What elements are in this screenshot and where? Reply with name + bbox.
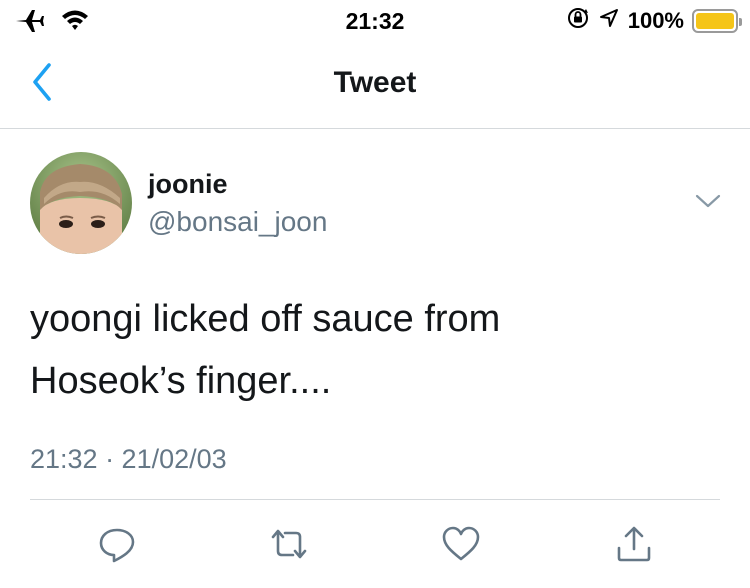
tweet-detail-screen: 21:32 100% Tweet joonie @bonsai_joon yoo… [0, 0, 750, 588]
chevron-down-icon [694, 193, 722, 214]
battery-fill [696, 12, 734, 29]
divider [30, 499, 720, 500]
share-icon [614, 524, 654, 569]
share-button[interactable] [612, 524, 656, 568]
location-arrow-icon [598, 7, 620, 34]
battery-icon [692, 8, 742, 33]
status-right-group: 100% [566, 6, 742, 35]
author-handle[interactable]: @bonsai_joon [148, 206, 327, 238]
tweet-timestamp: 21:32 · 21/02/03 [30, 444, 227, 474]
tweet-menu-button[interactable] [692, 190, 724, 216]
page-title: Tweet [333, 66, 417, 99]
tweet-text-line: yoongi licked off sauce from [30, 298, 501, 340]
nav-bar: Tweet [0, 40, 750, 129]
orientation-lock-icon [566, 6, 590, 35]
tweet-text: yoongi licked off sauce from Hoseok’s fi… [30, 288, 720, 412]
like-button[interactable] [439, 524, 483, 568]
battery-tip [739, 17, 742, 26]
retweet-button[interactable] [267, 524, 311, 568]
reply-button[interactable] [95, 524, 139, 568]
status-bar: 21:32 100% [0, 0, 750, 40]
tweet-text-line: Hoseok’s finger.... [30, 360, 332, 402]
like-icon [441, 524, 481, 569]
avatar[interactable] [30, 152, 132, 254]
battery-percent: 100% [627, 7, 684, 33]
author-name[interactable]: joonie [148, 169, 228, 200]
retweet-icon [267, 524, 311, 569]
reply-icon [97, 524, 137, 569]
